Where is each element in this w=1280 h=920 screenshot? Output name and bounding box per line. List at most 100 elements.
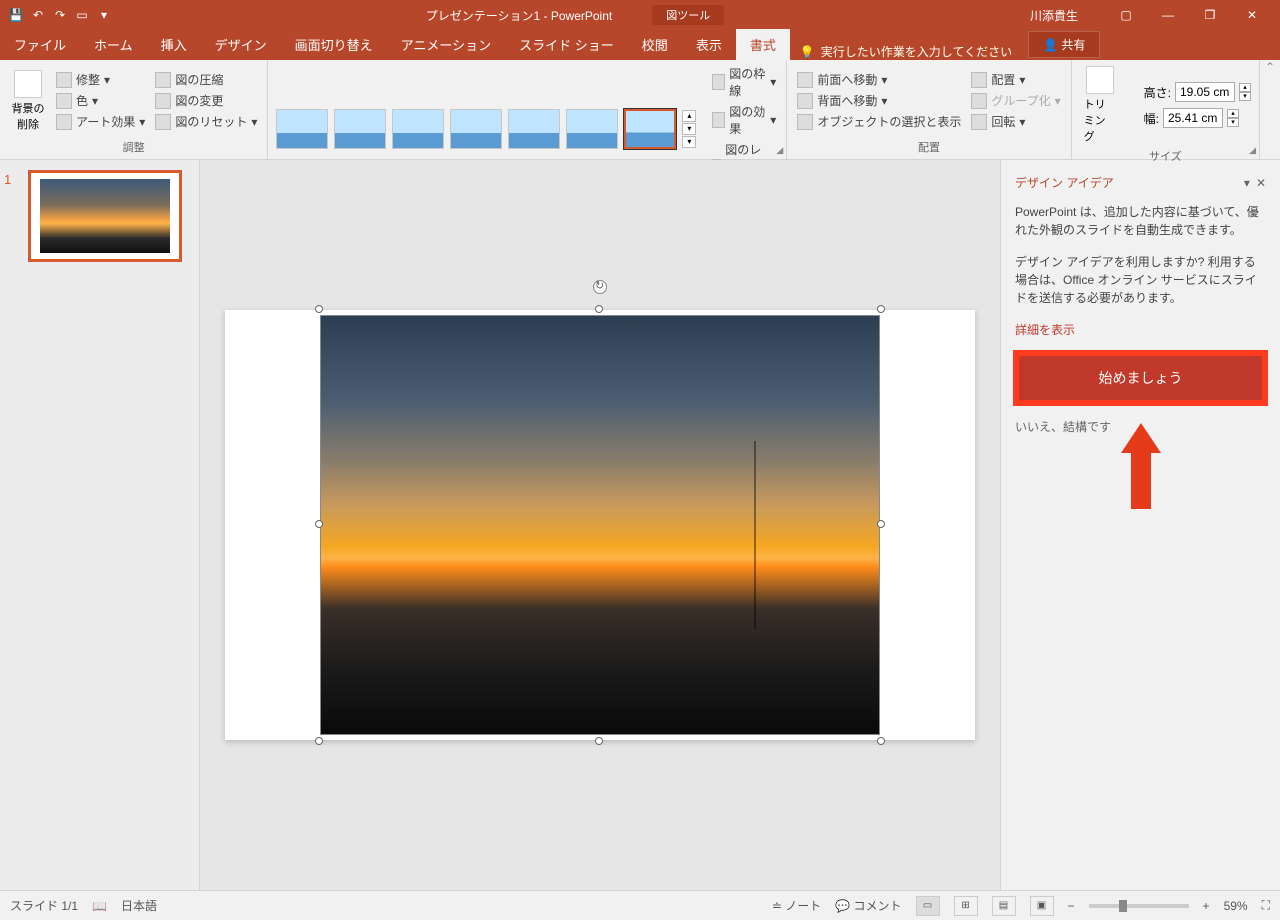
spin-up-icon[interactable]: ▴ (1227, 109, 1239, 118)
scroll-down-icon[interactable]: ▾ (682, 123, 696, 135)
group-button[interactable]: グループ化▾ (969, 91, 1062, 110)
redo-icon[interactable]: ↷ (52, 7, 68, 23)
resize-handle[interactable] (595, 737, 603, 745)
width-spinner[interactable]: ▴▾ (1227, 109, 1239, 127)
picture-border-button[interactable]: 図の枠線▾ (710, 64, 778, 100)
quick-access-toolbar: 💾 ↶ ↷ ▭ ▾ (0, 7, 120, 23)
crop-button[interactable]: トリミング (1080, 64, 1120, 146)
width-input[interactable] (1163, 108, 1223, 128)
corrections-icon (56, 72, 72, 88)
pane-menu-icon[interactable]: ▾ (1244, 176, 1250, 190)
compress-pictures-button[interactable]: 図の圧縮 (153, 70, 259, 89)
collapse-ribbon-icon[interactable]: ⌃ (1260, 60, 1280, 159)
start-from-beginning-icon[interactable]: ▭ (74, 7, 90, 23)
pane-close-icon[interactable]: ✕ (1256, 176, 1266, 190)
inserted-picture[interactable] (320, 315, 880, 735)
tab-file[interactable]: ファイル (0, 29, 80, 60)
tab-format[interactable]: 書式 (736, 29, 790, 60)
color-button[interactable]: 色▾ (54, 91, 147, 110)
reset-picture-button[interactable]: 図のリセット▾ (153, 112, 259, 131)
save-icon[interactable]: 💾 (8, 7, 24, 23)
dropdown-icon: ▾ (1019, 115, 1025, 129)
remove-background-button[interactable]: 背景の 削除 (8, 68, 48, 134)
style-thumb-selected[interactable] (624, 109, 676, 149)
dropdown-icon: ▾ (770, 75, 776, 89)
undo-icon[interactable]: ↶ (30, 7, 46, 23)
tab-insert[interactable]: 挿入 (147, 29, 201, 60)
user-name[interactable]: 川添貴生 (1030, 7, 1078, 24)
scroll-up-icon[interactable]: ▴ (682, 110, 696, 122)
tab-animations[interactable]: アニメーション (387, 29, 505, 60)
sorter-view-icon[interactable]: ⊞ (954, 896, 978, 916)
minimize-icon[interactable]: — (1148, 3, 1188, 27)
tell-me[interactable]: 💡 実行したい作業を入力してください (790, 43, 1022, 60)
spell-check-icon[interactable]: 📖 (92, 899, 107, 913)
tab-slideshow[interactable]: スライド ショー (505, 29, 628, 60)
ribbon-options-icon[interactable]: ▢ (1106, 3, 1146, 27)
picture-styles-gallery[interactable]: ▴▾▾ (276, 109, 696, 149)
spin-down-icon[interactable]: ▾ (1239, 92, 1251, 101)
resize-handle[interactable] (877, 520, 885, 528)
height-spinner[interactable]: ▴▾ (1239, 83, 1251, 101)
zoom-in-icon[interactable]: + (1203, 899, 1210, 913)
close-icon[interactable]: ✕ (1232, 3, 1272, 27)
picture-effects-button[interactable]: 図の効果▾ (710, 102, 778, 138)
normal-view-icon[interactable]: ▭ (916, 896, 940, 916)
align-button[interactable]: 配置▾ (969, 70, 1062, 89)
slide-canvas[interactable] (225, 310, 975, 740)
zoom-level[interactable]: 59% (1224, 899, 1248, 913)
corrections-button[interactable]: 修整▾ (54, 70, 147, 89)
slideshow-view-icon[interactable]: ▣ (1030, 896, 1054, 916)
dialog-launcher-icon[interactable]: ◢ (776, 145, 783, 156)
style-thumb[interactable] (566, 109, 618, 149)
qat-more-icon[interactable]: ▾ (96, 7, 112, 23)
details-link[interactable]: 詳細を表示 (1015, 321, 1075, 338)
slide-editor[interactable] (200, 160, 1000, 890)
style-thumb[interactable] (276, 109, 328, 149)
resize-handle[interactable] (315, 737, 323, 745)
person-icon: 👤 (1043, 38, 1058, 52)
send-backward-button[interactable]: 背面へ移動▾ (795, 91, 963, 110)
start-button[interactable]: 始めましょう (1015, 352, 1266, 404)
resize-handle[interactable] (877, 737, 885, 745)
artistic-effects-button[interactable]: アート効果▾ (54, 112, 147, 131)
selection-pane-button[interactable]: オブジェクトの選択と表示 (795, 112, 963, 131)
style-thumb[interactable] (392, 109, 444, 149)
spin-down-icon[interactable]: ▾ (1227, 118, 1239, 127)
gallery-scroll[interactable]: ▴▾▾ (682, 110, 696, 148)
style-thumb[interactable] (450, 109, 502, 149)
zoom-out-icon[interactable]: − (1068, 899, 1075, 913)
language[interactable]: 日本語 (121, 897, 157, 914)
rotate-button[interactable]: 回転▾ (969, 112, 1062, 131)
resize-handle[interactable] (315, 520, 323, 528)
style-thumb[interactable] (508, 109, 560, 149)
comments-button[interactable]: 💬 コメント (835, 897, 901, 914)
fit-to-window-icon[interactable]: ⛶ (1262, 898, 1270, 913)
tab-review[interactable]: 校閲 (628, 29, 682, 60)
resize-handle[interactable] (595, 305, 603, 313)
tab-view[interactable]: 表示 (682, 29, 736, 60)
style-thumb[interactable] (334, 109, 386, 149)
restore-icon[interactable]: ❐ (1190, 3, 1230, 27)
tab-design[interactable]: デザイン (201, 29, 281, 60)
slide-counter[interactable]: スライド 1/1 (10, 897, 78, 914)
bring-forward-button[interactable]: 前面へ移動▾ (795, 70, 963, 89)
rotate-handle-icon[interactable] (593, 280, 607, 294)
height-input[interactable] (1175, 82, 1235, 102)
slide-thumbnails-panel[interactable]: 1 (0, 160, 200, 890)
reading-view-icon[interactable]: ▤ (992, 896, 1016, 916)
tab-home[interactable]: ホーム (80, 29, 147, 60)
tab-transitions[interactable]: 画面切り替え (281, 29, 387, 60)
status-bar: スライド 1/1 📖 日本語 ≐ ノート 💬 コメント ▭ ⊞ ▤ ▣ − + … (0, 890, 1280, 920)
spin-up-icon[interactable]: ▴ (1239, 83, 1251, 92)
share-button[interactable]: 👤 共有 (1028, 31, 1100, 58)
change-picture-button[interactable]: 図の変更 (153, 91, 259, 110)
zoom-slider[interactable] (1089, 904, 1189, 908)
dialog-launcher-icon[interactable]: ◢ (1249, 145, 1256, 156)
gallery-more-icon[interactable]: ▾ (682, 136, 696, 148)
notes-button[interactable]: ≐ ノート (772, 897, 821, 914)
crop-icon (1086, 66, 1114, 94)
resize-handle[interactable] (877, 305, 885, 313)
ribbon-tabs: ファイル ホーム 挿入 デザイン 画面切り替え アニメーション スライド ショー… (0, 30, 1280, 60)
resize-handle[interactable] (315, 305, 323, 313)
